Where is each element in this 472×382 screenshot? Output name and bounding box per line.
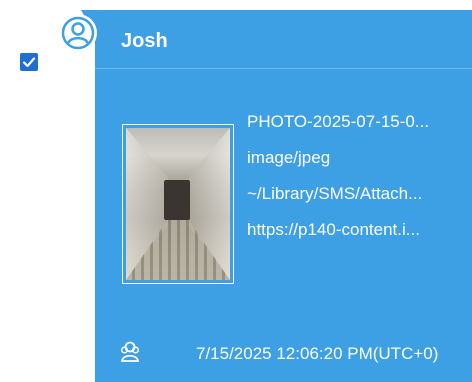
header-divider — [95, 68, 472, 69]
contact-group-icon — [119, 340, 141, 364]
user-avatar-icon — [61, 16, 95, 50]
attachment-path: ~/Library/SMS/Attach... — [247, 184, 423, 203]
sender-name: Josh — [121, 30, 168, 52]
photo-thumbnail-image — [126, 128, 230, 280]
checkmark-icon — [22, 57, 36, 68]
attachment-thumbnail[interactable] — [122, 124, 234, 284]
sender-avatar[interactable] — [59, 14, 97, 52]
message-select-checkbox[interactable] — [20, 53, 38, 71]
attachment-filename: PHOTO-2025-07-15-0... — [247, 112, 430, 131]
attachment-url[interactable]: https://p140-content.i... — [247, 212, 467, 248]
attachment-mime-type: image/jpeg — [247, 148, 331, 167]
attachment-details: PHOTO-2025-07-15-0... image/jpeg ~/Libra… — [247, 104, 467, 248]
message-timestamp: 7/15/2025 12:06:20 PM(UTC+0) — [196, 344, 439, 363]
